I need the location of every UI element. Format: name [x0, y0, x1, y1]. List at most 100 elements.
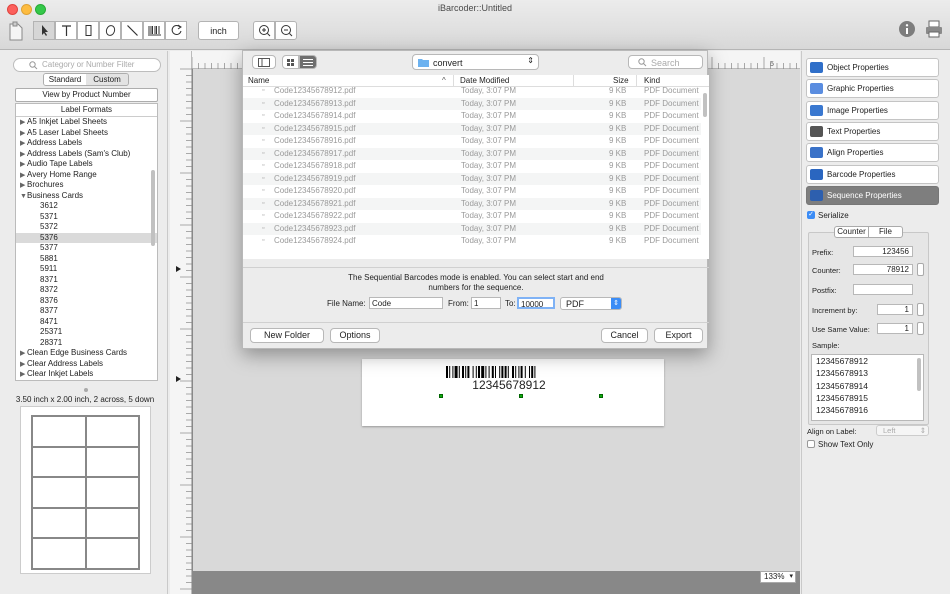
rectangle-tool-button[interactable] [77, 21, 99, 40]
print-icon[interactable] [924, 19, 944, 39]
label-format-item[interactable]: 5371 [16, 212, 157, 223]
icon-view-button[interactable] [282, 55, 299, 69]
format-select[interactable]: PDF ⇕ [560, 297, 622, 310]
options-button[interactable]: Options [330, 328, 380, 343]
tab-standard[interactable]: Standard [44, 74, 86, 85]
file-row[interactable]: ▫ Code12345678916.pdf Today, 3:07 PM 9 KB PD… [243, 135, 701, 148]
counter-input[interactable]: 78912 [853, 264, 913, 275]
label-formats-list[interactable]: Label Formats ▶ A5 Inkjet Label Sheets ▶ A5… [15, 103, 158, 381]
splitter-handle[interactable] [84, 388, 88, 392]
same-value-input[interactable]: 1 [877, 323, 913, 334]
label-format-item[interactable]: 8376 [16, 296, 157, 307]
line-tool-button[interactable] [121, 21, 143, 40]
label-format-group[interactable]: ▼Business Cards [16, 191, 157, 202]
label-format-item[interactable]: 5911 [16, 264, 157, 275]
export-button[interactable]: Export [654, 328, 703, 343]
property-button[interactable]: Object Properties [806, 58, 939, 77]
tab-counter[interactable]: Counter [835, 227, 869, 237]
cancel-button[interactable]: Cancel [601, 328, 648, 343]
file-name-input[interactable]: Code [369, 297, 443, 309]
info-icon[interactable] [898, 20, 916, 38]
file-row[interactable]: ▫ Code12345678915.pdf Today, 3:07 PM 9 KB PD… [243, 122, 701, 135]
disclosure-open-icon[interactable]: ▼ [16, 192, 27, 203]
view-by-product-number-button[interactable]: View by Product Number [15, 88, 158, 102]
barcode-graphic[interactable] [446, 366, 572, 378]
postfix-input[interactable] [853, 284, 913, 295]
search-field[interactable]: Search [628, 55, 703, 69]
file-row[interactable]: ▫ Code12345678913.pdf Today, 3:07 PM 9 KB PD… [243, 97, 701, 110]
increment-input[interactable]: 1 [877, 304, 913, 315]
file-row[interactable]: ▫ Code12345678924.pdf Today, 3:07 PM 9 KB PD… [243, 235, 701, 248]
category-filter-input[interactable]: Category or Number Filter [13, 58, 161, 72]
label-format-item[interactable]: 3612 [16, 201, 157, 212]
selection-handle[interactable] [439, 394, 443, 398]
disclosure-closed-icon[interactable]: ▶ [16, 370, 27, 380]
same-value-stepper[interactable] [917, 322, 924, 335]
sample-list[interactable]: 12345678912 12345678913 12345678914 1234567… [811, 354, 924, 421]
disclosure-closed-icon[interactable]: ▶ [16, 118, 27, 129]
show-text-only-checkbox[interactable] [807, 440, 815, 448]
property-button[interactable]: Align Properties [806, 143, 939, 163]
label-format-item[interactable]: 8471 [16, 317, 157, 328]
zoom-out-button[interactable] [275, 21, 297, 40]
property-button[interactable]: Barcode Properties [806, 164, 939, 184]
align-on-label-select[interactable]: Left ⇕ [876, 425, 929, 436]
text-tool-button[interactable] [55, 21, 77, 40]
label-format-group[interactable]: ▶ Clean Edge Business Cards [16, 348, 157, 359]
column-name[interactable]: Name [248, 75, 269, 86]
serialize-checkbox[interactable]: ✓ [807, 211, 815, 219]
file-row[interactable]: ▫ Code12345678919.pdf Today, 3:07 PM 9 KB PD… [243, 172, 701, 185]
from-input[interactable]: 1 [471, 297, 501, 309]
tab-custom[interactable]: Custom [86, 74, 128, 85]
unit-button[interactable]: inch [198, 21, 239, 40]
label-format-group[interactable]: ▶ Address Labels (Sam's Club) [16, 149, 157, 160]
file-row[interactable]: ▫ Code12345678912.pdf Today, 3:07 PM 9 KB PD… [243, 87, 701, 98]
file-row[interactable]: ▫ Code12345678917.pdf Today, 3:07 PM 9 KB PD… [243, 147, 701, 160]
disclosure-closed-icon[interactable]: ▶ [16, 349, 27, 360]
file-list-vertical-scrollbar[interactable] [703, 93, 707, 117]
counter-stepper[interactable] [917, 263, 924, 276]
label-design[interactable]: 12345678912 [362, 359, 664, 426]
label-format-group[interactable]: ▶ A5 Inkjet Label Sheets [16, 117, 157, 128]
disclosure-closed-icon[interactable]: ▶ [16, 160, 27, 171]
property-button[interactable]: Text Properties [806, 121, 939, 141]
property-button[interactable]: Sequence Properties [806, 185, 939, 205]
file-row[interactable]: ▫ Code12345678914.pdf Today, 3:07 PM 9 KB PD… [243, 110, 701, 123]
column-date-modified[interactable]: Date Modified [460, 75, 509, 86]
label-format-item[interactable]: 28371 [16, 338, 157, 349]
label-format-group[interactable]: ▶ Audio Tape Labels [16, 159, 157, 170]
increment-stepper[interactable] [917, 303, 924, 316]
column-kind[interactable]: Kind [644, 75, 660, 86]
prefix-input[interactable]: 123456 [853, 246, 913, 257]
file-row[interactable]: ▫ Code12345678922.pdf Today, 3:07 PM 9 KB PD… [243, 210, 701, 223]
property-button[interactable]: Graphic Properties [806, 79, 939, 99]
tab-file[interactable]: File [869, 227, 902, 237]
file-row[interactable]: ▫ Code12345678923.pdf Today, 3:07 PM 9 KB PD… [243, 222, 701, 235]
label-format-item[interactable]: 5881 [16, 254, 157, 265]
label-format-item[interactable]: 8377 [16, 306, 157, 317]
rotate-tool-button[interactable] [165, 21, 187, 40]
ellipse-tool-button[interactable] [99, 21, 121, 40]
zoom-in-button[interactable] [253, 21, 275, 40]
property-button[interactable]: Image Properties [806, 100, 939, 120]
sidebar-toggle-button[interactable] [252, 55, 276, 69]
selection-handle[interactable] [599, 394, 603, 398]
disclosure-closed-icon[interactable]: ▶ [16, 181, 27, 192]
label-format-group[interactable]: ▶ A5 Laser Label Sheets [16, 128, 157, 139]
label-format-group[interactable]: ▶ Avery Home Range [16, 170, 157, 181]
list-scrollbar[interactable] [151, 170, 155, 246]
column-size[interactable]: Size [613, 75, 629, 86]
file-row[interactable]: ▫ Code12345678918.pdf Today, 3:07 PM 9 KB PD… [243, 160, 701, 173]
label-format-item[interactable]: 8371 [16, 275, 157, 286]
file-row[interactable]: ▫ Code12345678921.pdf Today, 3:07 PM 9 KB PD… [243, 197, 701, 210]
zoom-level-select[interactable]: 133% ▾ [760, 571, 796, 583]
label-format-item[interactable]: 5377 [16, 243, 157, 254]
list-view-button[interactable] [299, 55, 317, 69]
selection-handle[interactable] [519, 394, 523, 398]
sample-scrollbar[interactable] [917, 358, 921, 391]
label-format-group[interactable]: ▶ Address Labels [16, 138, 157, 149]
label-format-item[interactable]: 25371 [16, 327, 157, 338]
label-format-item[interactable]: 5376 [16, 232, 157, 243]
label-format-group[interactable]: ▶ Clear Inkjet Labels [16, 369, 157, 380]
pointer-tool-button[interactable] [33, 21, 55, 40]
